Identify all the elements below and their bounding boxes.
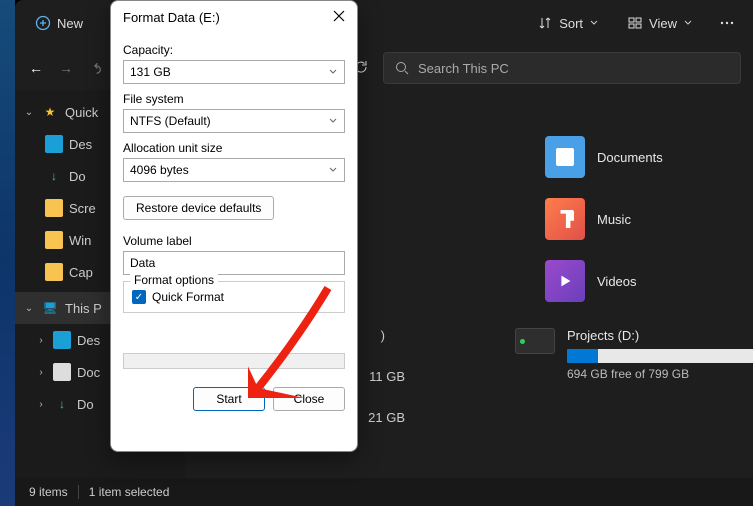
- restore-label: Restore device defaults: [136, 201, 261, 215]
- capacity-value: 131 GB: [130, 65, 171, 79]
- allocation-label: Allocation unit size: [123, 141, 345, 155]
- ellipsis-icon: [719, 15, 735, 31]
- quick-format-checkbox[interactable]: ✓ Quick Format: [132, 290, 336, 304]
- start-button[interactable]: Start: [193, 387, 265, 411]
- close-icon: [333, 10, 345, 22]
- hard-drive-icon: [515, 328, 555, 354]
- divider: [78, 485, 79, 499]
- forward-button[interactable]: →: [57, 60, 75, 76]
- search-placeholder: Search This PC: [418, 61, 509, 76]
- folder-icon: [45, 199, 63, 217]
- new-plus-icon: [35, 15, 51, 31]
- document-icon: [53, 363, 71, 381]
- documents-icon: [545, 136, 585, 178]
- format-dialog: Format Data (E:) Capacity: 131 GB File s…: [110, 0, 358, 452]
- chevron-down-icon: [328, 165, 338, 175]
- sidebar-item-label: Des: [69, 137, 92, 152]
- allocation-value: 4096 bytes: [130, 163, 189, 177]
- folder-label: Music: [597, 212, 631, 227]
- item-count: 9 items: [29, 485, 68, 499]
- folder-documents[interactable]: Documents: [545, 136, 663, 178]
- view-button[interactable]: View: [617, 9, 703, 37]
- sort-label: Sort: [559, 16, 583, 31]
- start-label: Start: [216, 392, 241, 406]
- sidebar-item-label: Do: [69, 169, 86, 184]
- download-icon: ↓: [45, 167, 63, 185]
- more-button[interactable]: [711, 9, 743, 37]
- selected-count: 1 item selected: [89, 485, 170, 499]
- sidebar-item-label: Des: [77, 333, 100, 348]
- close-button[interactable]: Close: [273, 387, 345, 411]
- desktop-icon: [45, 135, 63, 153]
- filesystem-combo[interactable]: NTFS (Default): [123, 109, 345, 133]
- expand-icon[interactable]: ›: [35, 335, 47, 346]
- sidebar-item-label: Cap: [69, 265, 93, 280]
- allocation-combo[interactable]: 4096 bytes: [123, 158, 345, 182]
- folder-label: Documents: [597, 150, 663, 165]
- format-progress-bar: [123, 353, 345, 369]
- capacity-combo[interactable]: 131 GB: [123, 60, 345, 84]
- dialog-titlebar: Format Data (E:): [111, 1, 357, 33]
- status-bar: 9 items 1 item selected: [15, 478, 753, 506]
- sidebar-item-label: Win: [69, 233, 91, 248]
- windows-edge-strip: [0, 0, 15, 506]
- restore-defaults-button[interactable]: Restore device defaults: [123, 196, 274, 220]
- folder-label: Videos: [597, 274, 637, 289]
- sidebar-item-label: Do: [77, 397, 94, 412]
- chevron-down-icon: [328, 116, 338, 126]
- volume-label-label: Volume label: [123, 234, 345, 248]
- view-icon: [627, 15, 643, 31]
- checkbox-checked-icon: ✓: [132, 290, 146, 304]
- sort-icon: [537, 15, 553, 31]
- chevron-down-icon: [589, 18, 599, 28]
- folder-music[interactable]: Music: [545, 198, 631, 240]
- filesystem-value: NTFS (Default): [130, 114, 211, 128]
- drive-d[interactable]: Projects (D:) 694 GB free of 799 GB: [515, 328, 753, 381]
- chevron-down-icon: [683, 18, 693, 28]
- drive-title: Projects (D:): [567, 328, 753, 343]
- close-label: Close: [294, 392, 325, 406]
- drive-free-text: 694 GB free of 799 GB: [567, 367, 753, 381]
- expand-icon[interactable]: ›: [35, 367, 47, 378]
- videos-icon: [545, 260, 585, 302]
- expand-icon[interactable]: ⌄: [23, 107, 35, 118]
- sidebar-item-label: Doc: [77, 365, 100, 380]
- search-input[interactable]: Search This PC: [383, 52, 741, 84]
- expand-icon[interactable]: ›: [35, 399, 47, 410]
- search-icon: [394, 60, 410, 76]
- format-options-group: Format options ✓ Quick Format: [123, 281, 345, 313]
- download-icon: ↓: [53, 395, 71, 413]
- folder-videos[interactable]: Videos: [545, 260, 637, 302]
- chevron-down-icon: [328, 67, 338, 77]
- expand-icon[interactable]: ⌄: [23, 303, 35, 314]
- filesystem-label: File system: [123, 92, 345, 106]
- folder-icon: [45, 231, 63, 249]
- desktop-icon: [53, 331, 71, 349]
- music-icon: [545, 198, 585, 240]
- sort-button[interactable]: Sort: [527, 9, 609, 37]
- this-pc-label: This P: [65, 301, 102, 316]
- format-options-label: Format options: [130, 273, 218, 287]
- up-button[interactable]: ↶: [88, 59, 105, 77]
- sidebar-item-label: Scre: [69, 201, 96, 216]
- back-button[interactable]: ←: [27, 60, 45, 76]
- quick-access-label: Quick: [65, 105, 98, 120]
- quick-format-label: Quick Format: [152, 290, 224, 304]
- volume-label-input[interactable]: [123, 251, 345, 275]
- star-icon: ★: [41, 103, 59, 121]
- folder-icon: [45, 263, 63, 281]
- new-button[interactable]: New: [25, 9, 93, 37]
- pc-icon: 🖥: [41, 299, 59, 317]
- capacity-label: Capacity:: [123, 43, 345, 57]
- dialog-title: Format Data (E:): [123, 10, 220, 25]
- new-label: New: [57, 16, 83, 31]
- drive-usage-bar: [567, 349, 753, 363]
- view-label: View: [649, 16, 677, 31]
- dialog-close-button[interactable]: [333, 9, 345, 25]
